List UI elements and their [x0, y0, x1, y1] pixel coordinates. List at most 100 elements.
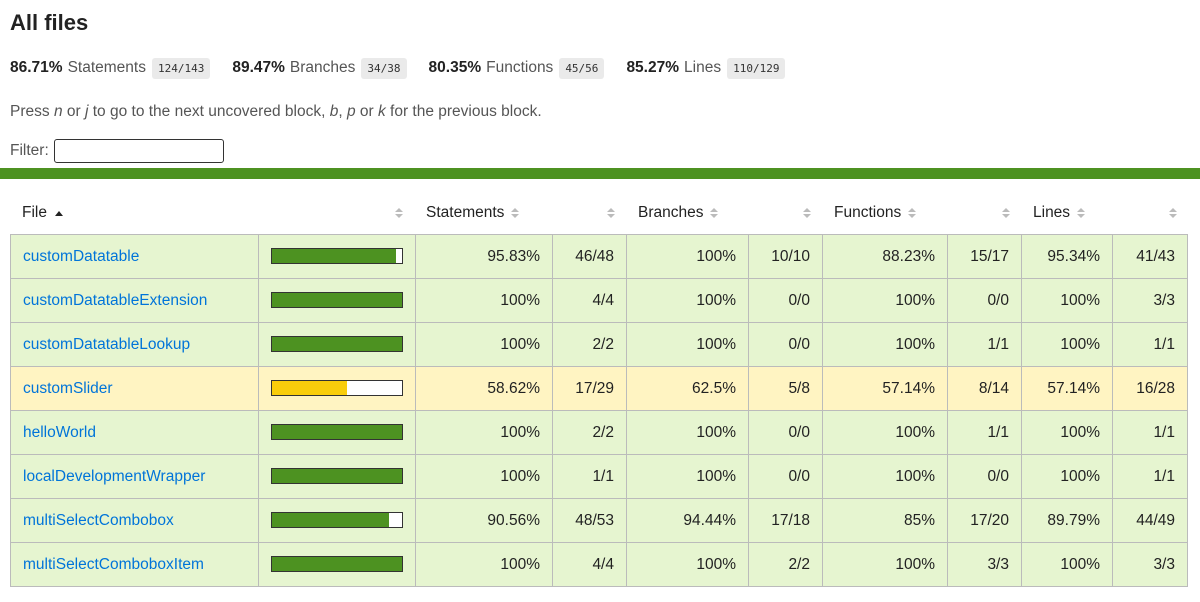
file-link[interactable]: multiSelectComboboxItem: [11, 556, 204, 574]
ln-pct-cell: 89.79%: [1021, 499, 1112, 542]
br-frac: 0/0: [788, 467, 810, 485]
stmt-pct-cell: 100%: [415, 279, 552, 322]
stmt-frac-cell: 1/1: [552, 455, 626, 498]
file-link[interactable]: customDatatableExtension: [11, 292, 207, 310]
keyboard-hint: Press n or j to go to the next uncovered…: [10, 103, 542, 120]
table-row: multiSelectComboboxItem 100% 4/4 100% 2/2 100…: [10, 543, 1188, 587]
stmt-pct-cell: 90.56%: [415, 499, 552, 542]
file-cell: customDatatableExtension: [10, 279, 258, 322]
ln-frac-cell: 3/3: [1112, 543, 1188, 586]
br-pct: 100%: [696, 335, 736, 353]
file-link[interactable]: localDevelopmentWrapper: [11, 468, 205, 486]
coverage-bar-cell: [258, 499, 415, 542]
ln-pct: 100%: [1060, 423, 1100, 441]
stmt-frac-cell: 17/29: [552, 367, 626, 410]
file-link[interactable]: customDatatable: [11, 248, 139, 266]
br-frac: 10/10: [771, 247, 810, 265]
file-link[interactable]: multiSelectCombobox: [11, 512, 174, 530]
coverage-bar-cell: [258, 411, 415, 454]
key-p: p: [346, 103, 356, 120]
br-pct: 100%: [696, 423, 736, 441]
stmt-pct: 100%: [500, 291, 540, 309]
summary-pct: 80.35%: [428, 59, 482, 76]
br-frac: 0/0: [788, 423, 810, 441]
br-frac: 2/2: [788, 555, 810, 573]
ln-frac: 3/3: [1153, 555, 1175, 573]
fn-pct: 57.14%: [882, 379, 935, 397]
file-link[interactable]: helloWorld: [11, 424, 96, 442]
sort-functions-raw-icon[interactable]: [1002, 192, 1010, 234]
br-pct-cell: 100%: [626, 411, 748, 454]
stmt-frac: 4/4: [592, 291, 614, 309]
fn-frac: 17/20: [970, 511, 1009, 529]
coverage-bar-fill: [272, 381, 348, 395]
file-cell: multiSelectCombobox: [10, 499, 258, 542]
sort-coverage-icon[interactable]: [395, 192, 403, 234]
ln-frac: 1/1: [1153, 423, 1175, 441]
fn-frac-cell: 1/1: [947, 411, 1021, 454]
br-pct: 100%: [696, 555, 736, 573]
br-frac: 0/0: [788, 291, 810, 309]
stmt-frac-cell: 4/4: [552, 543, 626, 586]
stmt-frac: 1/1: [592, 467, 614, 485]
key-k: k: [377, 103, 386, 120]
header-statements[interactable]: Statements: [426, 192, 520, 234]
summary-fraction: 124/143: [151, 57, 211, 79]
fn-frac-cell: 1/1: [947, 323, 1021, 366]
header-branches[interactable]: Branches: [638, 192, 719, 234]
ln-pct: 57.14%: [1047, 379, 1100, 397]
br-pct-cell: 100%: [626, 235, 748, 278]
stmt-frac-cell: 2/2: [552, 323, 626, 366]
fn-pct: 85%: [903, 511, 935, 529]
br-pct-cell: 100%: [626, 279, 748, 322]
file-cell: helloWorld: [10, 411, 258, 454]
coverage-bar-cell: [258, 235, 415, 278]
stmt-frac-cell: 46/48: [552, 235, 626, 278]
file-cell: multiSelectComboboxItem: [10, 543, 258, 586]
coverage-bar-fill: [272, 557, 402, 571]
stmt-frac-cell: 4/4: [552, 279, 626, 322]
fn-pct-cell: 100%: [822, 323, 947, 366]
stmt-pct: 100%: [500, 423, 540, 441]
filter-bar: Filter:: [10, 139, 224, 163]
br-frac: 5/8: [788, 379, 810, 397]
coverage-bar-cell: [258, 323, 415, 366]
file-link[interactable]: customSlider: [11, 380, 113, 398]
coverage-bar: [271, 556, 403, 572]
stmt-frac: 2/2: [592, 335, 614, 353]
stmt-frac-cell: 2/2: [552, 411, 626, 454]
table-row: helloWorld 100% 2/2 100% 0/0 100% 1/1 100% 1/1: [10, 411, 1188, 455]
table-row: customDatatableExtension 100% 4/4 100% 0/0 10…: [10, 279, 1188, 323]
header-file[interactable]: File: [22, 192, 63, 234]
fn-frac: 3/3: [987, 555, 1009, 573]
table-row: localDevelopmentWrapper 100% 1/1 100% 0/0 100…: [10, 455, 1188, 499]
header-lines[interactable]: Lines: [1033, 192, 1086, 234]
fn-pct-cell: 100%: [822, 279, 947, 322]
sort-branches-raw-icon[interactable]: [803, 192, 811, 234]
file-cell: customDatatableLookup: [10, 323, 258, 366]
fn-pct-cell: 100%: [822, 455, 947, 498]
stmt-pct: 100%: [500, 555, 540, 573]
coverage-bar-fill: [272, 293, 402, 307]
table-row: customDatatable 95.83% 46/48 100% 10/10 88.23…: [10, 235, 1188, 279]
stmt-pct: 95.83%: [487, 247, 540, 265]
stmt-frac: 2/2: [592, 423, 614, 441]
fn-pct: 100%: [895, 467, 935, 485]
sort-icon: [710, 208, 719, 218]
ln-frac-cell: 1/1: [1112, 455, 1188, 498]
summary-fraction: 34/38: [361, 57, 407, 79]
file-link[interactable]: customDatatableLookup: [11, 336, 190, 354]
filter-label: Filter:: [10, 142, 49, 159]
br-pct-cell: 100%: [626, 455, 748, 498]
br-frac-cell: 2/2: [748, 543, 822, 586]
fn-pct-cell: 88.23%: [822, 235, 947, 278]
table-row: multiSelectCombobox 90.56% 48/53 94.44% 17/1…: [10, 499, 1188, 543]
header-functions[interactable]: Functions: [834, 192, 917, 234]
ln-pct: 89.79%: [1047, 511, 1100, 529]
fn-pct-cell: 57.14%: [822, 367, 947, 410]
sort-statements-raw-icon[interactable]: [607, 192, 615, 234]
sort-lines-raw-icon[interactable]: [1169, 192, 1177, 234]
ln-frac: 44/49: [1136, 511, 1175, 529]
filter-input[interactable]: [53, 139, 224, 163]
report-header: All files 86.71% Statements 124/143 89.4…: [10, 8, 1190, 163]
